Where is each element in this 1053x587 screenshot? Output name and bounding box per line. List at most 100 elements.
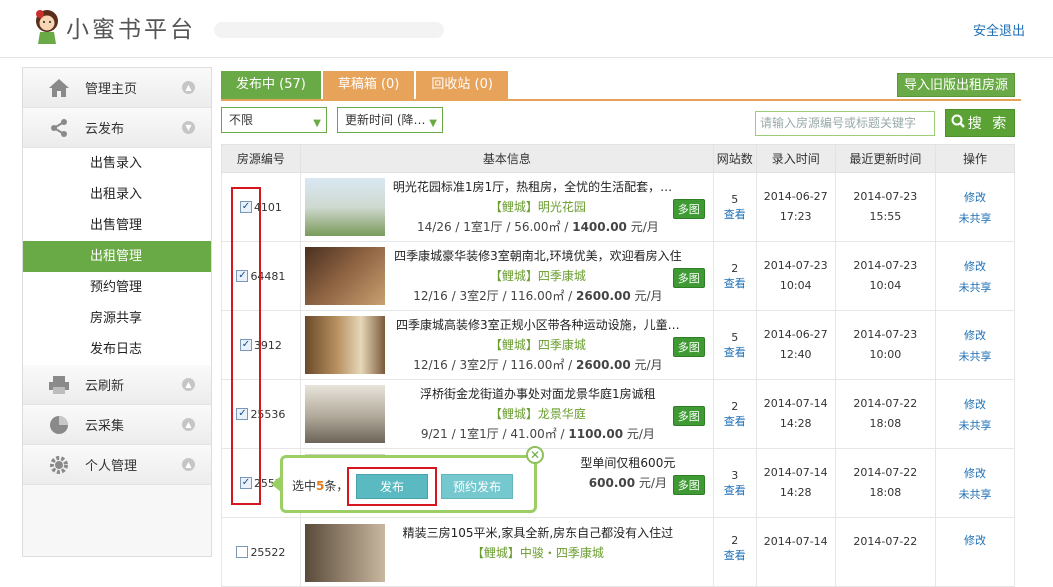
chevron-down-icon: ▼ — [313, 118, 321, 129]
action-cell: 修改 未共享 — [935, 448, 1015, 518]
updated-cell: 2014-07-22 18:08 — [834, 379, 937, 449]
sidebar-item-appointment[interactable]: 预约管理 — [23, 272, 211, 303]
home-icon — [47, 77, 71, 99]
listing-community: 【鲤城】四季康城 — [489, 338, 586, 352]
site-count: 2 — [731, 399, 739, 413]
table-row: 25522 精装三房105平米,家具全新,房东自己都没有入住过 【鲤城】中骏・四… — [221, 517, 1015, 587]
view-link[interactable]: 查看 — [714, 206, 756, 222]
logo-girl-icon — [32, 8, 62, 46]
view-link[interactable]: 查看 — [714, 413, 756, 429]
share-link[interactable]: 未共享 — [936, 348, 1014, 364]
row-checkbox[interactable] — [236, 546, 249, 559]
action-cell: 修改 未共享 — [935, 241, 1015, 311]
info-cell: 精装三房105平米,家具全新,房东自己都没有入住过 【鲤城】中骏・四季康城 — [299, 517, 714, 587]
created-date: 2014-07-14 — [763, 397, 828, 410]
updated-cell: 2014-07-23 10:04 — [834, 241, 937, 311]
import-legacy-button[interactable]: 导入旧版出租房源 — [896, 73, 1015, 97]
site-count: 3 — [731, 468, 739, 482]
sidebar-group-cloud-refresh[interactable]: 云刷新 ▲ — [23, 365, 211, 405]
sort-select[interactable]: 更新时间 (降… ▼ — [337, 107, 443, 133]
share-link[interactable]: 未共享 — [936, 210, 1014, 226]
listing-title[interactable]: 明光花园标准1房1厅，热租房，全忧的生活配套，绝… — [393, 178, 683, 195]
chevron-up-icon[interactable]: ▲ — [182, 458, 195, 471]
sites-cell: 5 查看 — [712, 310, 757, 380]
view-link[interactable]: 查看 — [714, 547, 756, 563]
edit-link[interactable]: 修改 — [936, 396, 1014, 412]
chevron-down-icon: ▼ — [429, 118, 437, 129]
column-header: 网站数 — [712, 144, 757, 173]
created-cell: 2014-07-14 — [755, 517, 836, 587]
edit-link[interactable]: 修改 — [936, 258, 1014, 274]
action-cell: 修改 未共享 — [935, 172, 1015, 242]
listing-thumbnail[interactable] — [304, 247, 385, 305]
sidebar-item-rent-entry[interactable]: 出租录入 — [23, 179, 211, 210]
id-cell: 25522 — [221, 517, 301, 587]
tab-published[interactable]: 发布中 (57) — [221, 71, 321, 99]
chevron-up-icon[interactable]: ▲ — [182, 378, 195, 391]
edit-link[interactable]: 修改 — [936, 189, 1014, 205]
search-button-label: 搜 索 — [967, 116, 1010, 132]
chevron-down-icon[interactable]: ▼ — [182, 121, 195, 134]
site-count: 2 — [731, 261, 739, 275]
blurred-banner — [214, 22, 444, 38]
listing-title[interactable]: 四季康城高装修3室正规小区带各种运动设施，儿童… — [393, 316, 683, 333]
publish-button[interactable]: 发布 — [356, 474, 428, 499]
listing-thumbnail[interactable] — [304, 524, 385, 582]
logout-link[interactable]: 安全退出 — [973, 20, 1025, 39]
search-button[interactable]: 搜 索 — [945, 109, 1015, 137]
created-time: 14:28 — [779, 486, 812, 499]
info-cell: 四季康城豪华装修3室朝南北,环境优美，欢迎看房入住 【鲤城】四季康城 12/16… — [299, 241, 714, 311]
listing-thumbnail[interactable] — [304, 178, 385, 236]
sidebar-group-home[interactable]: 管理主页 ▲ — [23, 68, 211, 108]
updated-time: 15:55 — [869, 210, 902, 223]
schedule-publish-button[interactable]: 预约发布 — [441, 474, 513, 499]
share-link[interactable]: 未共享 — [936, 279, 1014, 295]
listing-thumbnail[interactable] — [304, 316, 385, 374]
sidebar-group-cloud-collect[interactable]: 云采集 ▲ — [23, 405, 211, 445]
updated-time: 18:08 — [869, 417, 902, 430]
sidebar-item-sale-entry[interactable]: 出售录入 — [23, 148, 211, 179]
sites-cell: 3 查看 — [712, 448, 757, 518]
checkbox-highlight-box — [231, 187, 261, 505]
status-tabs: 发布中 (57) 草稿箱 (0) 回收站 (0) — [221, 71, 510, 99]
sidebar-item-share[interactable]: 房源共享 — [23, 303, 211, 334]
listing-title[interactable]: 精装三房105平米,家具全新,房东自己都没有入住过 — [393, 524, 683, 541]
created-date: 2014-07-23 — [763, 259, 828, 272]
edit-link[interactable]: 修改 — [936, 532, 1014, 548]
listing-community: 【鲤城】中骏・四季康城 — [471, 546, 604, 560]
sidebar-group-cloud-publish[interactable]: 云发布 ▼ — [23, 108, 211, 148]
range-select[interactable]: 不限 ▼ — [221, 107, 327, 133]
chevron-up-icon[interactable]: ▲ — [182, 418, 195, 431]
close-icon[interactable]: ✕ — [526, 446, 544, 464]
sidebar-item-log[interactable]: 发布日志 — [23, 334, 211, 365]
listing-price: 2600.00 — [576, 289, 631, 303]
action-cell: 修改 未共享 — [935, 310, 1015, 380]
share-link[interactable]: 未共享 — [936, 417, 1014, 433]
chevron-up-icon[interactable]: ▲ — [182, 81, 195, 94]
top-bar: 小蜜书平台 安全退出 — [0, 0, 1053, 58]
listing-detail-text: 9/21 / 1室1厅 / 41.00㎡ / — [420, 427, 569, 441]
edit-link[interactable]: 修改 — [936, 327, 1014, 343]
sidebar-item-rent-manage[interactable]: 出租管理 — [23, 241, 211, 272]
action-cell: 修改 未共享 — [935, 379, 1015, 449]
tab-recycle-bin[interactable]: 回收站 (0) — [416, 71, 508, 99]
listing-thumbnail[interactable] — [304, 385, 385, 443]
listing-detail: 12/16 / 3室2厅 / 116.00㎡ / 2600.00 元/月 — [393, 287, 683, 304]
printer-icon — [47, 374, 71, 396]
view-link[interactable]: 查看 — [714, 482, 756, 498]
view-link[interactable]: 查看 — [714, 344, 756, 360]
view-link[interactable]: 查看 — [714, 275, 756, 291]
listing-community: 【鲤城】龙景华庭 — [489, 407, 586, 421]
sidebar-group-personal[interactable]: 个人管理 ▲ — [23, 445, 211, 485]
listing-price-unit: 元/月 — [635, 476, 667, 490]
tab-drafts[interactable]: 草稿箱 (0) — [322, 71, 415, 99]
listing-title[interactable]: 浮桥街金龙街道办事处对面龙景华庭1房诚租 — [393, 385, 683, 402]
created-cell: 2014-07-23 10:04 — [755, 241, 836, 311]
sidebar-item-sale-manage[interactable]: 出售管理 — [23, 210, 211, 241]
share-link[interactable]: 未共享 — [936, 486, 1014, 502]
listing-detail: 9/21 / 1室1厅 / 41.00㎡ / 1100.00 元/月 — [393, 425, 683, 442]
listing-detail-text: 12/16 / 3室2厅 / 116.00㎡ / — [413, 289, 577, 303]
edit-link[interactable]: 修改 — [936, 465, 1014, 481]
listing-title[interactable]: 四季康城豪华装修3室朝南北,环境优美，欢迎看房入住 — [393, 247, 683, 264]
search-input[interactable]: 请输入房源编号或标题关键字 — [755, 111, 935, 136]
